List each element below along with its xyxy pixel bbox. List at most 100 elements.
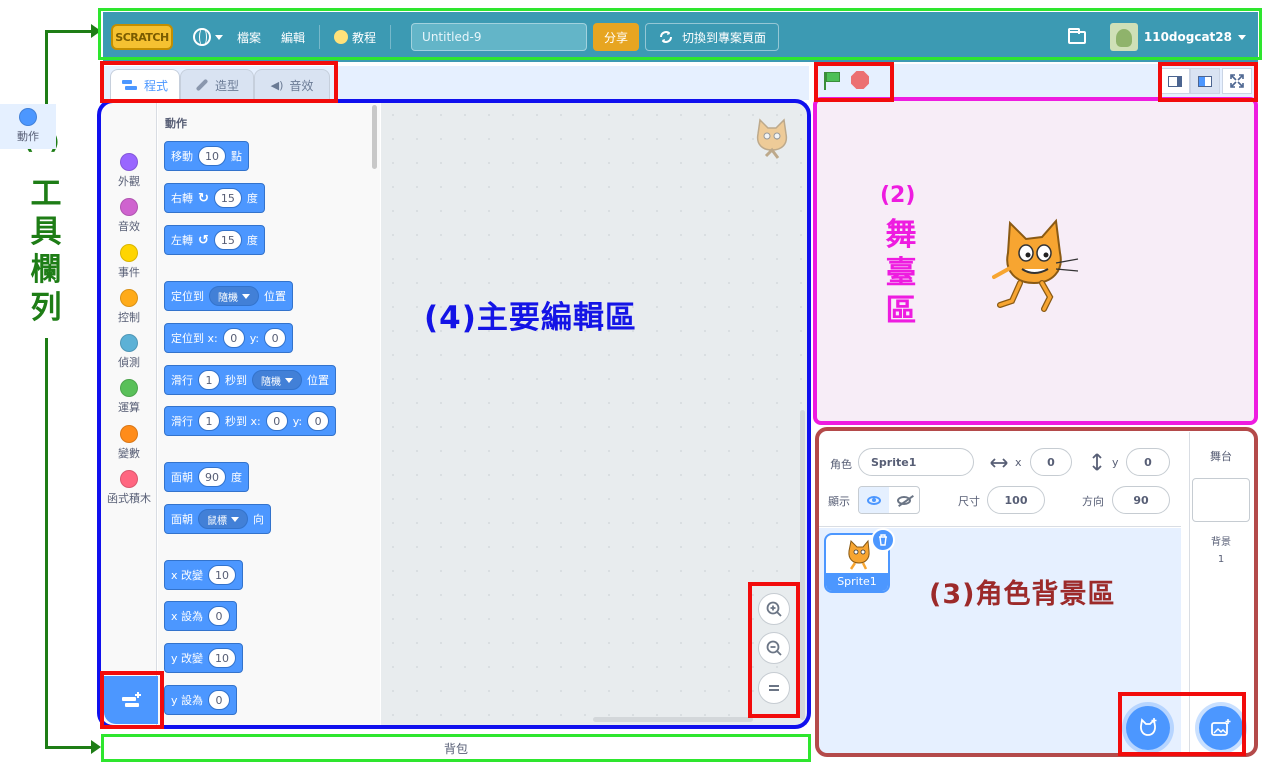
y-position-input[interactable]: 0: [1126, 448, 1170, 476]
show-sprite-button[interactable]: [859, 487, 889, 513]
edit-menu[interactable]: 編輯: [281, 29, 305, 46]
block-number-input[interactable]: 15: [213, 188, 242, 208]
x-label: x: [1015, 456, 1022, 469]
category-label: 控制: [118, 311, 140, 324]
block-set-x[interactable]: x 設為 0: [164, 601, 238, 631]
chevron-down-icon: [215, 34, 223, 40]
block-number-input[interactable]: 10: [208, 565, 237, 585]
sprite-name-input[interactable]: Sprite1: [858, 448, 974, 476]
size-input[interactable]: 100: [987, 486, 1045, 514]
green-flag-button[interactable]: [822, 70, 844, 92]
category-variables[interactable]: 變數: [101, 421, 157, 466]
vertical-arrows-icon: [1092, 453, 1102, 471]
zoom-out-icon: [766, 640, 782, 656]
file-menu-label: 檔案: [237, 30, 262, 45]
block-go-to-xy[interactable]: 定位到 x: 0 y: 0: [164, 323, 294, 353]
choose-sprite-button[interactable]: [1126, 706, 1170, 750]
block-dropdown[interactable]: 隨機: [209, 286, 259, 306]
tab-code[interactable]: 程式: [110, 69, 180, 100]
speaker-icon: ◀): [270, 78, 284, 92]
small-stage-button[interactable]: [1160, 68, 1190, 94]
block-number-input[interactable]: 0: [208, 690, 231, 710]
script-workspace[interactable]: [381, 103, 807, 725]
category-sensing[interactable]: 偵測: [101, 330, 157, 375]
add-extension-icon: [122, 692, 141, 707]
block-turn-right[interactable]: 右轉 ↻ 15 度: [164, 183, 265, 213]
block-glide-to[interactable]: 滑行 1 秒到 隨機 位置: [164, 365, 336, 395]
add-extension-button[interactable]: [104, 676, 160, 724]
block-number-input[interactable]: 0: [265, 411, 288, 431]
choose-backdrop-button[interactable]: [1199, 706, 1243, 750]
scratch-cat-sprite-icon[interactable]: [986, 213, 1082, 313]
category-dot: [120, 425, 138, 443]
username[interactable]: 110dogcat28: [1144, 30, 1232, 44]
block-number-input[interactable]: 0: [222, 328, 245, 348]
fullscreen-button[interactable]: [1222, 68, 1252, 94]
code-icon: [121, 80, 138, 90]
x-position-input[interactable]: 0: [1030, 448, 1072, 476]
block-number-input[interactable]: 1: [198, 370, 220, 390]
chevron-down-icon: [285, 377, 293, 383]
category-control[interactable]: 控制: [101, 285, 157, 330]
see-project-page-label: 切換到專案頁面: [682, 30, 767, 45]
stage-annotation-text: 舞 臺 區: [885, 217, 917, 329]
block-number-input[interactable]: 10: [198, 146, 226, 166]
block-point-towards[interactable]: 面朝 鼠標 向: [164, 504, 271, 534]
block-point-in-direction[interactable]: 面朝 90 度: [164, 462, 249, 492]
workspace-horizontal-scrollbar[interactable]: [593, 717, 753, 722]
category-events[interactable]: 事件: [101, 240, 157, 285]
project-title-input[interactable]: Untitled-9: [411, 23, 588, 51]
stop-button[interactable]: [851, 71, 869, 89]
direction-input[interactable]: 90: [1112, 486, 1170, 514]
scratch-logo[interactable]: SCRATCH: [111, 24, 173, 50]
see-project-page-button[interactable]: 切換到專案頁面: [645, 23, 780, 51]
palette-section-title: 動作: [165, 117, 187, 130]
block-number-input[interactable]: 1: [198, 411, 220, 431]
palette-scrollbar[interactable]: [372, 105, 377, 169]
hide-sprite-button[interactable]: [889, 487, 919, 513]
cat-add-icon: [1140, 718, 1157, 736]
block-number-input[interactable]: 0: [208, 606, 231, 626]
share-button[interactable]: 分享: [593, 23, 640, 51]
block-move-steps[interactable]: 移動 10 點: [164, 141, 249, 171]
zoom-out-button[interactable]: [758, 632, 790, 664]
backpack-bar[interactable]: 背包: [103, 736, 809, 760]
zoom-reset-button[interactable]: [758, 672, 790, 704]
large-stage-icon: [1198, 75, 1212, 87]
y-label: y: [1112, 456, 1119, 469]
toolbar-annotation-text: 工 具 欄 列: [30, 176, 62, 326]
language-menu[interactable]: [193, 28, 223, 46]
folder-icon[interactable]: [1067, 27, 1086, 44]
stage-thumbnail[interactable]: [1192, 478, 1250, 522]
block-set-y[interactable]: y 設為 0: [164, 685, 238, 715]
tab-costumes[interactable]: 造型: [180, 69, 254, 100]
block-change-x[interactable]: x 改變 10: [164, 560, 244, 590]
category-dot: [120, 334, 138, 352]
zoom-in-button[interactable]: [758, 593, 790, 625]
block-turn-left[interactable]: 左轉 ↺ 15 度: [164, 225, 265, 255]
block-number-input[interactable]: 10: [208, 648, 237, 668]
tutorials-button[interactable]: 教程: [334, 29, 376, 46]
category-sound[interactable]: 音效: [101, 194, 157, 239]
menu-bar: SCRATCH 檔案 編輯 教程 Untitled-9 分享 切換到專案頁面 1…: [103, 12, 1258, 62]
block-number-input[interactable]: 0: [264, 328, 287, 348]
block-dropdown[interactable]: 鼠標: [198, 509, 248, 529]
avatar[interactable]: [1109, 23, 1138, 51]
category-motion[interactable]: 動作: [0, 104, 56, 149]
large-stage-button[interactable]: [1190, 68, 1220, 94]
category-operators[interactable]: 運算: [101, 375, 157, 420]
category-looks[interactable]: 外觀: [101, 149, 157, 194]
block-go-to[interactable]: 定位到 隨機 位置: [164, 281, 293, 311]
chevron-down-icon[interactable]: [1238, 34, 1246, 40]
block-number-input[interactable]: 15: [213, 230, 242, 250]
block-glide-to-xy[interactable]: 滑行 1 秒到 x: 0 y: 0: [164, 406, 337, 436]
block-change-y[interactable]: y 改變 10: [164, 643, 244, 673]
workspace-vertical-scrollbar[interactable]: [800, 410, 805, 720]
file-menu[interactable]: 檔案: [237, 29, 261, 46]
delete-sprite-button[interactable]: [871, 528, 895, 552]
block-number-input[interactable]: 90: [198, 467, 226, 487]
category-my-blocks[interactable]: 函式積木: [101, 466, 157, 511]
block-dropdown[interactable]: 隨機: [252, 370, 302, 390]
tab-sounds[interactable]: ◀) 音效: [254, 69, 330, 100]
block-number-input[interactable]: 0: [307, 411, 330, 431]
